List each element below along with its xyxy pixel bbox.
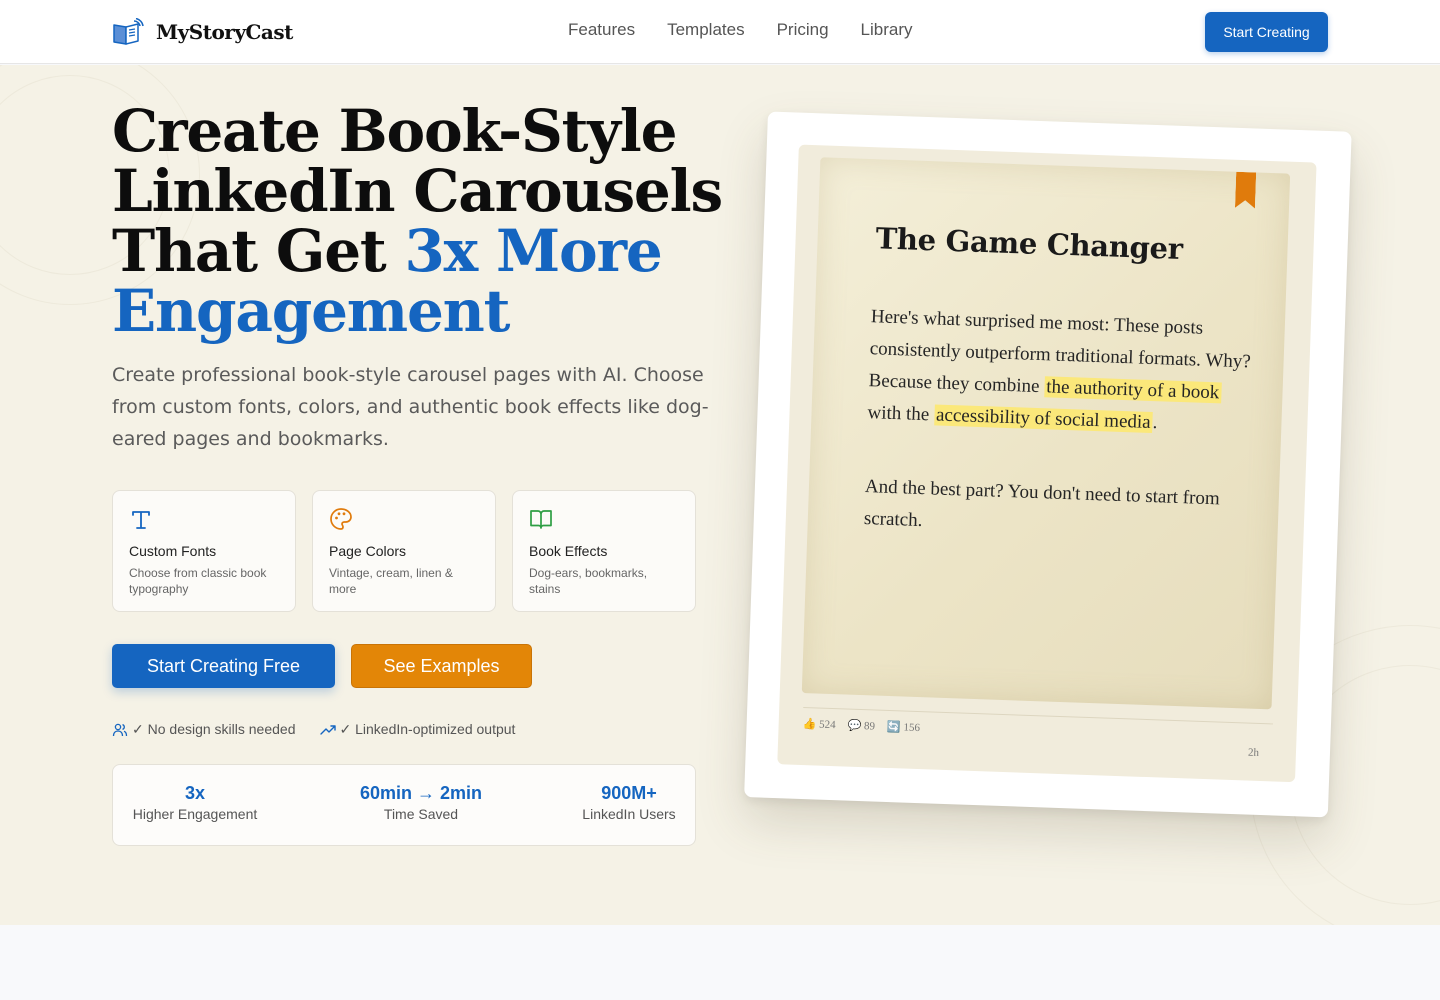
stat-time-saved: 60min → 2min Time Saved [341,783,501,822]
nav-link-templates[interactable]: Templates [667,20,744,40]
nav-links: Features Templates Pricing Library [568,20,913,40]
trending-up-icon [319,724,336,735]
feature-card-page-colors: Page Colors Vintage, cream, linen & more [312,490,496,612]
nav-link-features[interactable]: Features [568,20,635,40]
feature-desc: Dog-ears, bookmarks, stains [529,566,648,596]
reactions-count: 👍 524 [802,718,836,732]
stats-panel: 3x Higher Engagement 60min → 2min Time S… [112,764,696,846]
hero-headline: Create Book-Style LinkedIn Carousels Tha… [112,101,732,341]
feature-desc: Choose from classic book typography [129,566,267,596]
nav-link-library[interactable]: Library [861,20,913,40]
stat-linkedin-users: 900M+ LinkedIn Users [571,783,687,822]
start-creating-button[interactable]: Start Creating [1205,12,1328,52]
perk-text: ✓ LinkedIn-optimized output [339,721,516,737]
carousel-preview: The Game Changer Here's what surprised m… [744,111,1352,818]
top-navbar: MyStoryCast Features Templates Pricing L… [0,0,1440,64]
bookmark-ribbon [1235,172,1256,209]
reposts-count: 🔄 156 [886,720,921,735]
perk-text: ✓ No design skills needed [132,721,296,737]
post-time: 2h [1247,746,1260,759]
headline-line: That Get [112,217,405,285]
stat-value: 3x [184,783,206,803]
comments-count: 💬 89 [847,719,876,733]
page-title: The Game Changer [875,221,1184,266]
highlighted-text: accessibility of social media [933,404,1154,434]
body-text: with the [867,402,935,426]
start-creating-free-button[interactable]: Start Creating Free [112,644,335,688]
feature-title: Custom Fonts [129,543,217,559]
stat-label: Time Saved [383,806,459,822]
highlighted-text: the authority of a book [1043,376,1222,404]
users-icon [112,723,128,736]
stat-value: 900M+ [601,783,657,803]
headline-accent: 3x More [404,217,663,285]
palette-icon [330,508,352,530]
book-open-icon [530,510,552,529]
engagement-bar: 👍 524 💬 89 🔄 156 [802,717,920,734]
see-examples-button[interactable]: See Examples [351,644,532,688]
stat-engagement: 3x Higher Engagement [129,783,261,822]
feature-card-book-effects: Book Effects Dog-ears, bookmarks, stains [512,490,696,612]
perk-item: ✓ LinkedIn-optimized output [319,721,516,738]
perk-item: ✓ No design skills needed [112,721,296,738]
feature-cards: Custom Fonts Choose from classic book ty… [112,490,696,612]
next-section [0,925,1440,1000]
perks-list: ✓ No design skills needed ✓ LinkedIn-opt… [112,721,515,738]
feature-desc: Vintage, cream, linen & more [329,566,453,596]
stat-value: 60min → 2min [359,783,483,803]
book-page: The Game Changer Here's what surprised m… [801,157,1291,710]
page-body-paragraph: And the best part? You don't need to sta… [863,476,1221,532]
hero-section: Create Book-Style LinkedIn Carousels Tha… [0,65,1440,925]
headline-line: LinkedIn Carousels [112,157,723,225]
brand-logo[interactable]: MyStoryCast [112,18,293,46]
body-text: . [1152,412,1158,434]
nav-link-pricing[interactable]: Pricing [777,20,829,40]
headline-accent: Engagement [112,277,510,345]
stat-label: LinkedIn Users [582,806,676,822]
headline-line: Create Book-Style [112,97,678,165]
preview-frame: The Game Changer Here's what surprised m… [744,111,1352,818]
feature-title: Book Effects [529,543,608,559]
feature-card-custom-fonts: Custom Fonts Choose from classic book ty… [112,490,296,612]
type-icon [132,511,150,529]
feature-title: Page Colors [329,543,407,559]
brand-name: MyStoryCast [156,20,293,44]
open-book-broadcast-icon [113,18,144,45]
page-body: Here's what surprised me most: These pos… [867,301,1261,443]
hero-subtitle: Create professional book-style carousel … [112,364,709,450]
stat-label: Higher Engagement [132,806,258,822]
preview-card: The Game Changer Here's what surprised m… [777,144,1317,783]
